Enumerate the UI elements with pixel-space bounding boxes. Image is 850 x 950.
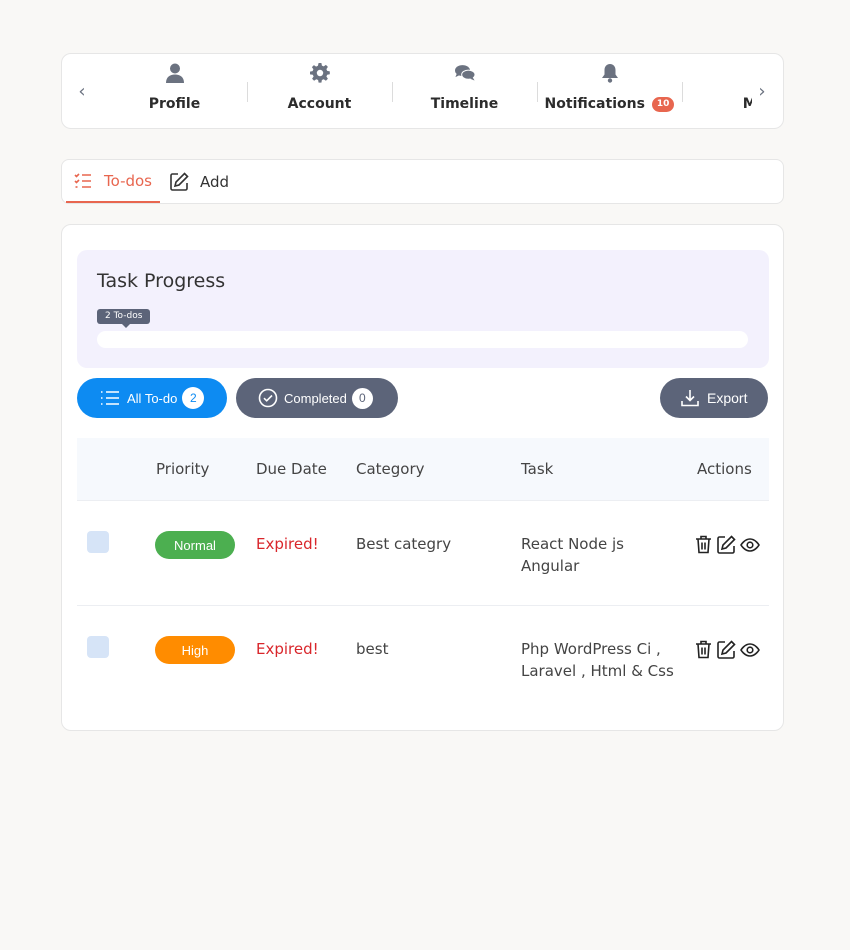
all-todo-count: 2 — [182, 387, 205, 409]
nav-items-viewport: Profile Account Timeline Notifications 1… — [92, 54, 752, 130]
list-icon — [101, 388, 121, 408]
eye-icon[interactable] — [739, 639, 760, 660]
header-actions: Actions — [697, 460, 752, 478]
gear-icon — [309, 63, 330, 83]
trash-icon[interactable] — [693, 534, 714, 555]
todo-panel: Task Progress 2 To-dos All To-do 2 Compl… — [61, 224, 784, 731]
nav-item-profile[interactable]: Profile — [102, 54, 247, 130]
tab-todos-label: To-dos — [104, 171, 152, 190]
row-checkbox[interactable] — [87, 531, 109, 553]
task-cell: Php WordPress Ci , Laravel , Html & Css — [521, 640, 674, 680]
nav-label-timeline: Timeline — [430, 96, 499, 112]
priority-badge: Normal — [155, 531, 235, 559]
bell-icon — [600, 63, 620, 83]
nav-label-account: Account — [287, 96, 352, 112]
chat-icon — [454, 63, 475, 83]
tab-add[interactable]: Add — [170, 160, 229, 203]
category-cell: best — [356, 640, 389, 658]
row-actions — [693, 534, 760, 555]
table-row: High Expired! best Php WordPress Ci , La… — [77, 606, 769, 711]
trash-icon[interactable] — [693, 639, 714, 660]
due-date-cell: Expired! — [256, 535, 319, 553]
nav-label-notifications: Notifications 10 — [545, 96, 675, 112]
nav-label-notifications-text: Notifications — [544, 96, 645, 112]
task-progress-title: Task Progress — [97, 270, 226, 292]
row-actions — [693, 639, 760, 660]
todo-table: Priority Due Date Category Task Actions … — [77, 438, 769, 711]
tab-add-label: Add — [200, 172, 230, 191]
all-todo-label: All To-do — [127, 390, 178, 406]
edit-icon[interactable] — [716, 534, 737, 555]
table-header: Priority Due Date Category Task Actions — [77, 438, 769, 501]
edit-icon — [170, 172, 190, 192]
task-progress-panel: Task Progress 2 To-dos — [77, 250, 769, 368]
nav-prev-arrow[interactable]: ‹ — [74, 82, 90, 102]
category-cell: Best categry — [356, 535, 452, 553]
row-checkbox[interactable] — [87, 636, 109, 658]
header-priority: Priority — [156, 460, 210, 478]
table-row: Normal Expired! Best categry React Node … — [77, 501, 769, 606]
nav-item-me[interactable]: Me — [682, 54, 752, 130]
task-cell: React Node js Angular — [521, 535, 624, 575]
user-icon — [165, 63, 185, 83]
list-check-icon — [74, 171, 94, 191]
download-icon — [681, 388, 701, 408]
todo-tabs: To-dos Add — [61, 159, 784, 204]
nav-item-notifications[interactable]: Notifications 10 — [537, 54, 682, 130]
eye-icon[interactable] — [739, 534, 760, 555]
check-circle-icon — [258, 388, 278, 408]
nav-item-timeline[interactable]: Timeline — [392, 54, 537, 130]
progress-tooltip: 2 To-dos — [97, 309, 151, 328]
all-todo-button[interactable]: All To-do 2 — [77, 378, 227, 418]
completed-label: Completed — [284, 390, 347, 406]
nav-label-me: Me — [742, 96, 752, 112]
export-label: Export — [707, 390, 748, 406]
tab-todos[interactable]: To-dos — [66, 160, 160, 203]
due-date-cell: Expired! — [256, 640, 319, 658]
nav-item-account[interactable]: Account — [247, 54, 392, 130]
header-task: Task — [521, 460, 554, 478]
header-category: Category — [356, 460, 425, 478]
nav-label-profile: Profile — [148, 96, 201, 112]
notification-count-badge: 10 — [651, 96, 675, 112]
priority-badge: High — [155, 636, 235, 664]
edit-icon[interactable] — [716, 639, 737, 660]
completed-button[interactable]: Completed 0 — [236, 378, 398, 418]
completed-count: 0 — [351, 387, 373, 409]
export-button[interactable]: Export — [660, 378, 768, 418]
profile-nav: ‹ Profile Account Timeline Notifications… — [61, 53, 784, 129]
nav-next-arrow[interactable]: › — [754, 82, 770, 102]
progress-bar — [97, 331, 748, 348]
me-icon — [745, 63, 753, 83]
header-due-date: Due Date — [256, 460, 327, 478]
